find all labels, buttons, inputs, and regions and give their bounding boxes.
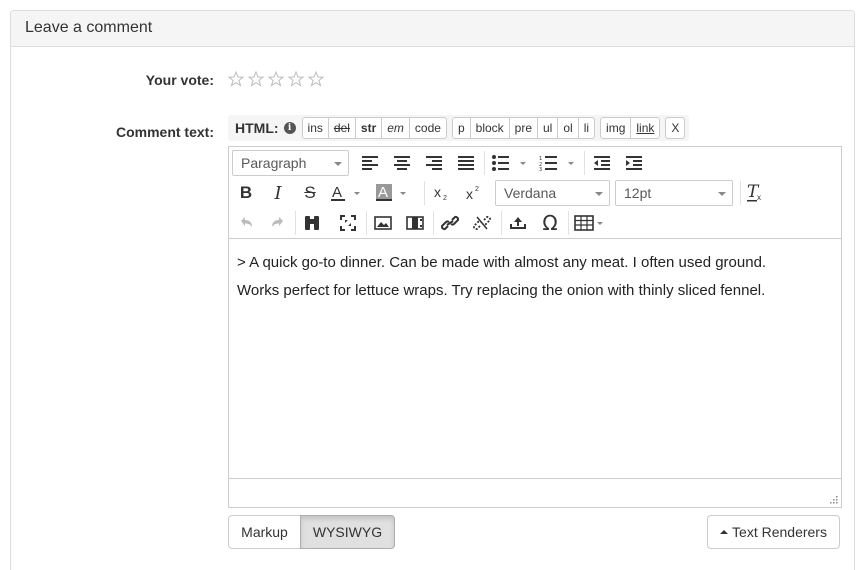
star-icon[interactable]: [308, 71, 324, 87]
editor-toolbar: Paragraph 123 B I S A A x 2 x 2 Verdana …: [229, 147, 841, 239]
insert-media-icon[interactable]: [402, 208, 428, 238]
insert-image-icon[interactable]: [370, 208, 396, 238]
tag-li-button[interactable]: li: [579, 118, 594, 138]
star-rating[interactable]: [228, 71, 324, 87]
block-format-value: Paragraph: [241, 155, 307, 171]
svg-text:3: 3: [539, 167, 542, 171]
tag-img-button[interactable]: img: [601, 118, 632, 138]
star-icon[interactable]: [288, 71, 304, 87]
tag-ins-button[interactable]: ins: [303, 118, 329, 138]
superscript-icon[interactable]: x2: [461, 178, 487, 208]
insert-link-icon[interactable]: [437, 208, 463, 238]
outdent-icon: [594, 156, 610, 170]
background-color-button[interactable]: A: [375, 178, 411, 208]
tag-code-button[interactable]: code: [410, 118, 446, 138]
svg-text:x: x: [757, 193, 761, 202]
panel-title: Leave a comment: [11, 11, 854, 47]
font-family-value: Verdana: [504, 185, 557, 201]
subscript-icon[interactable]: x2: [429, 178, 455, 208]
align-left-icon: [362, 156, 378, 170]
align-justify-icon: [458, 156, 474, 170]
align-justify-button[interactable]: [453, 148, 479, 178]
text-color-icon: A: [331, 184, 360, 201]
outdent-button[interactable]: [589, 148, 615, 178]
align-right-icon: [426, 156, 442, 170]
html-tag-bar: HTML: i ins del str em code p block pre …: [228, 115, 690, 141]
tag-str-button[interactable]: str: [356, 118, 383, 138]
find-replace-icon[interactable]: [299, 208, 325, 238]
numbered-list-icon: 123: [539, 156, 574, 171]
unlink-icon[interactable]: [469, 208, 495, 238]
toolbar-row-2: B I S A A x2 x2 Verdana 12pt T x: [229, 178, 841, 208]
content-line-1: > A quick go-to dinner. Can be made with…: [237, 254, 767, 271]
svg-text:A: A: [332, 184, 342, 201]
special-character-icon[interactable]: Ω: [537, 208, 563, 238]
tag-link-button[interactable]: link: [631, 118, 659, 138]
toolbar-row-1: Paragraph 123: [229, 148, 841, 178]
wysiwyg-button[interactable]: WYSIWYG: [300, 515, 395, 549]
strikethrough-icon[interactable]: S: [297, 178, 323, 208]
table-button[interactable]: [573, 208, 607, 238]
svg-text:x: x: [434, 185, 441, 200]
redo-icon[interactable]: [265, 208, 291, 238]
table-icon: [574, 215, 603, 231]
svg-text:2: 2: [443, 195, 447, 201]
tag-pre-button[interactable]: pre: [510, 118, 538, 138]
clear-formatting-icon[interactable]: Tx: [743, 178, 769, 208]
align-center-button[interactable]: [389, 148, 415, 178]
wysiwyg-editor: Paragraph 123 B I S A A x 2 x 2 Verdana …: [228, 146, 842, 508]
bold-icon[interactable]: B: [233, 178, 259, 208]
close-tag-group: X: [665, 117, 686, 139]
tag-em-button[interactable]: em: [382, 118, 410, 138]
upload-icon[interactable]: [505, 208, 531, 238]
text-color-button[interactable]: A: [329, 178, 365, 208]
background-color-icon: A: [376, 184, 406, 201]
svg-text:2: 2: [475, 186, 479, 193]
star-icon[interactable]: [268, 71, 284, 87]
caret-up-icon: [720, 530, 729, 534]
indent-icon: [626, 156, 642, 170]
media-tag-group: img link: [600, 117, 661, 139]
tag-ol-button[interactable]: ol: [558, 118, 579, 138]
bullet-list-button[interactable]: [489, 148, 529, 178]
editor-content[interactable]: > A quick go-to dinner. Can be made with…: [237, 249, 833, 305]
block-tag-group: p block pre ul ol li: [451, 117, 596, 139]
text-renderers-button[interactable]: Text Renderers: [707, 515, 840, 549]
star-icon[interactable]: [228, 71, 244, 87]
content-line-2: Works perfect for lettuce wraps. Try rep…: [237, 282, 766, 299]
font-size-value: 12pt: [624, 185, 652, 201]
italic-icon[interactable]: I: [265, 178, 291, 208]
vote-label: Your vote:: [145, 72, 214, 88]
info-icon[interactable]: i: [283, 122, 296, 134]
tag-block-button[interactable]: block: [471, 118, 510, 138]
resize-handle-icon[interactable]: [830, 496, 838, 504]
indent-button[interactable]: [621, 148, 647, 178]
fullscreen-icon[interactable]: [335, 208, 361, 238]
align-center-icon: [394, 156, 410, 170]
toolbar-row-3: Ω: [229, 208, 841, 238]
tag-ul-button[interactable]: ul: [538, 118, 559, 138]
markup-button[interactable]: Markup: [228, 515, 301, 549]
svg-text:x: x: [466, 186, 473, 201]
tag-del-button[interactable]: del: [329, 118, 356, 138]
font-family-select[interactable]: Verdana: [495, 180, 610, 206]
html-label: HTML:: [235, 120, 279, 136]
numbered-list-button[interactable]: 123: [537, 148, 577, 178]
tag-p-button[interactable]: p: [453, 118, 471, 138]
align-right-button[interactable]: [421, 148, 447, 178]
undo-icon[interactable]: [233, 208, 259, 238]
svg-text:A: A: [378, 184, 388, 201]
star-icon[interactable]: [248, 71, 264, 87]
block-format-select[interactable]: Paragraph: [232, 150, 349, 176]
text-renderers-label: Text Renderers: [732, 524, 827, 540]
inline-tag-group: ins del str em code: [301, 117, 447, 139]
comment-label: Comment text:: [115, 124, 214, 140]
close-tags-button[interactable]: X: [666, 118, 684, 138]
align-left-button[interactable]: [357, 148, 383, 178]
font-size-select[interactable]: 12pt: [615, 180, 733, 206]
bullet-list-icon: [492, 155, 526, 171]
editor-statusbar: [229, 478, 841, 507]
